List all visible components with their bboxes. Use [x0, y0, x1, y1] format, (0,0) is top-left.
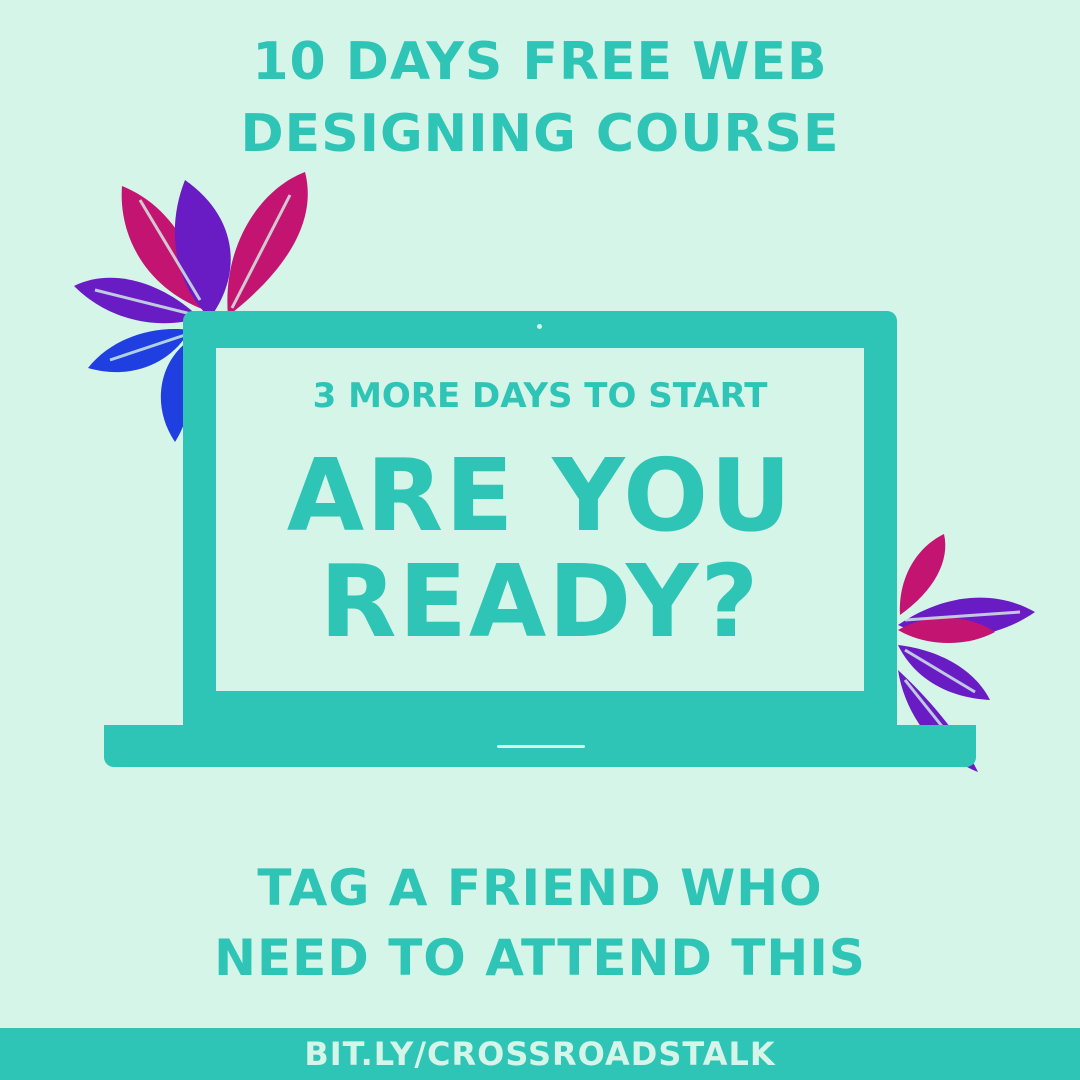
footer-bar: BIT.LY/CROSSROADSTALK: [0, 1028, 1080, 1080]
cta-line-2: NEED TO ATTEND THIS: [214, 929, 866, 987]
screen-subtitle: 3 MORE DAYS TO START: [312, 376, 768, 416]
laptop-screen: 3 MORE DAYS TO START ARE YOU READY?: [183, 311, 897, 725]
camera-dot: [537, 324, 542, 329]
leaf-pink-right-top: [899, 534, 946, 615]
laptop-base: [104, 725, 976, 767]
screen-headline-line-2: READY?: [319, 543, 761, 660]
footer-link[interactable]: BIT.LY/CROSSROADSTALK: [0, 1028, 1080, 1080]
laptop-display: 3 MORE DAYS TO START ARE YOU READY?: [216, 348, 864, 691]
cta-line-1: TAG A FRIEND WHO: [257, 859, 823, 917]
trackpad-notch: [497, 745, 585, 748]
screen-headline-line-1: ARE YOU: [286, 437, 794, 554]
